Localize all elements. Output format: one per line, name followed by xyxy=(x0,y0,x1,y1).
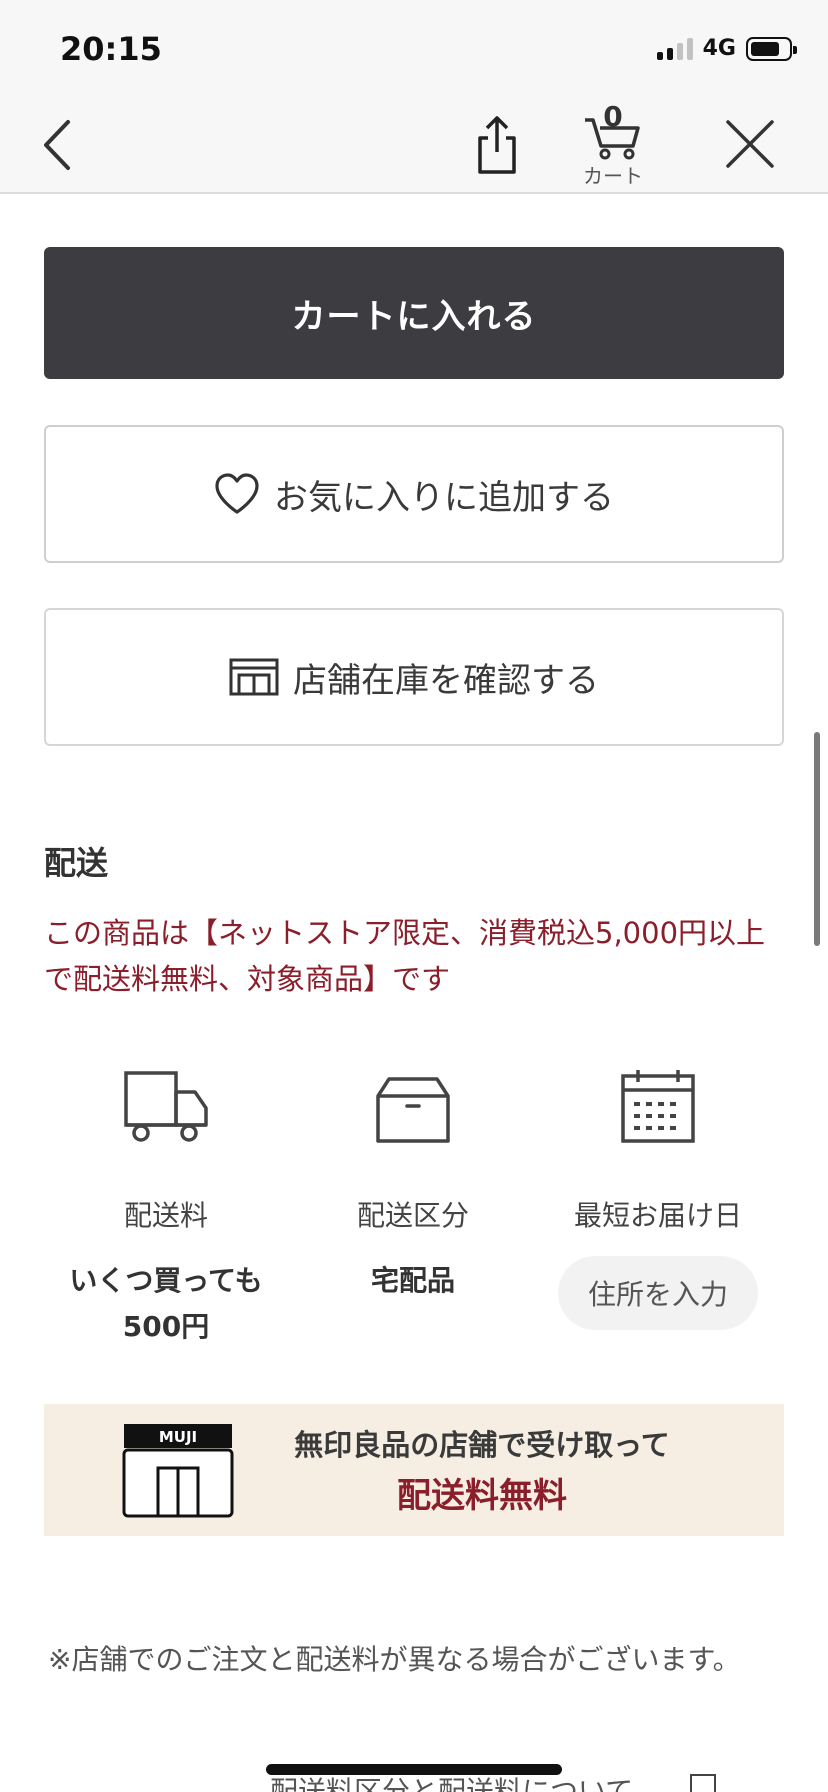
free-shipping-text: 配送料無料 xyxy=(397,1476,567,1516)
status-bar: 20:15 4G xyxy=(0,0,828,96)
delivery-fee-value-line2: 500円 xyxy=(122,1310,210,1343)
add-to-cart-label: カートに入れる xyxy=(291,296,537,337)
delivery-fee-value-line1: いくつ買っても xyxy=(69,1264,263,1297)
earliest-delivery-info: 最短お届け日 住所を入力 xyxy=(548,1060,768,1330)
truck-icon xyxy=(124,1071,208,1142)
heart-icon xyxy=(214,472,260,516)
scrollbar[interactable] xyxy=(814,732,820,946)
add-to-cart-button[interactable]: カートに入れる xyxy=(44,247,784,379)
muji-store-icon: MUJI xyxy=(122,1424,234,1518)
store-pickup-banner[interactable]: MUJI 無印良品の店舗で受け取って 配送料無料 xyxy=(44,1404,784,1536)
cart-icon xyxy=(585,118,640,160)
delivery-type-value: 宅配品 xyxy=(370,1264,455,1297)
close-icon[interactable] xyxy=(724,118,776,170)
network-type: 4G xyxy=(702,36,736,61)
nav-bar: 0 カート xyxy=(0,96,828,194)
delivery-type-label: 配送区分 xyxy=(356,1199,469,1232)
back-chevron-icon[interactable] xyxy=(36,116,84,174)
shipping-footnote: ※店舗でのご注文と配送料が異なる場合がございます。 xyxy=(48,1643,741,1676)
delivery-fee-label: 配送料 xyxy=(123,1199,208,1232)
external-link-icon xyxy=(690,1774,716,1792)
delivery-section-title: 配送 xyxy=(44,844,109,882)
store-icon xyxy=(229,658,279,696)
enter-address-button[interactable]: 住所を入力 xyxy=(558,1256,758,1330)
calendar-icon xyxy=(621,1070,695,1143)
delivery-type-info: 配送区分 宅配品 xyxy=(303,1060,523,1304)
delivery-fee-info: 配送料 いくつ買っても 500円 xyxy=(56,1060,276,1350)
signal-icon xyxy=(656,37,693,60)
box-icon xyxy=(376,1077,450,1143)
status-time: 20:15 xyxy=(60,30,162,68)
add-favorite-button[interactable]: お気に入りに追加する xyxy=(44,425,784,563)
store-pickup-text: 無印良品の店舗で受け取って xyxy=(294,1428,670,1462)
muji-logo-text: MUJI xyxy=(159,1428,197,1446)
share-icon[interactable] xyxy=(470,114,524,176)
earliest-delivery-label: 最短お届け日 xyxy=(573,1199,742,1232)
check-store-stock-button[interactable]: 店舗在庫を確認する xyxy=(44,608,784,746)
delivery-note: この商品は【ネットストア限定、消費税込5,000円以上で配送料無料、対象商品】で… xyxy=(44,916,766,996)
status-indicators: 4G xyxy=(656,36,797,61)
add-favorite-label: お気に入りに追加する xyxy=(274,477,614,518)
delivery-fee-value: いくつ買っても 500円 xyxy=(56,1258,276,1350)
battery-icon xyxy=(746,36,797,61)
product-page: 20:15 4G 0 カート カートに入れる お気に入りに追加する 店舗在庫を確… xyxy=(0,0,828,1792)
enter-address-label: 住所を入力 xyxy=(587,1278,728,1311)
check-store-stock-label: 店舗在庫を確認する xyxy=(293,660,599,701)
home-indicator[interactable] xyxy=(266,1764,562,1775)
cart-label: カート xyxy=(583,164,643,188)
cart-button[interactable]: 0 カート xyxy=(578,100,648,188)
